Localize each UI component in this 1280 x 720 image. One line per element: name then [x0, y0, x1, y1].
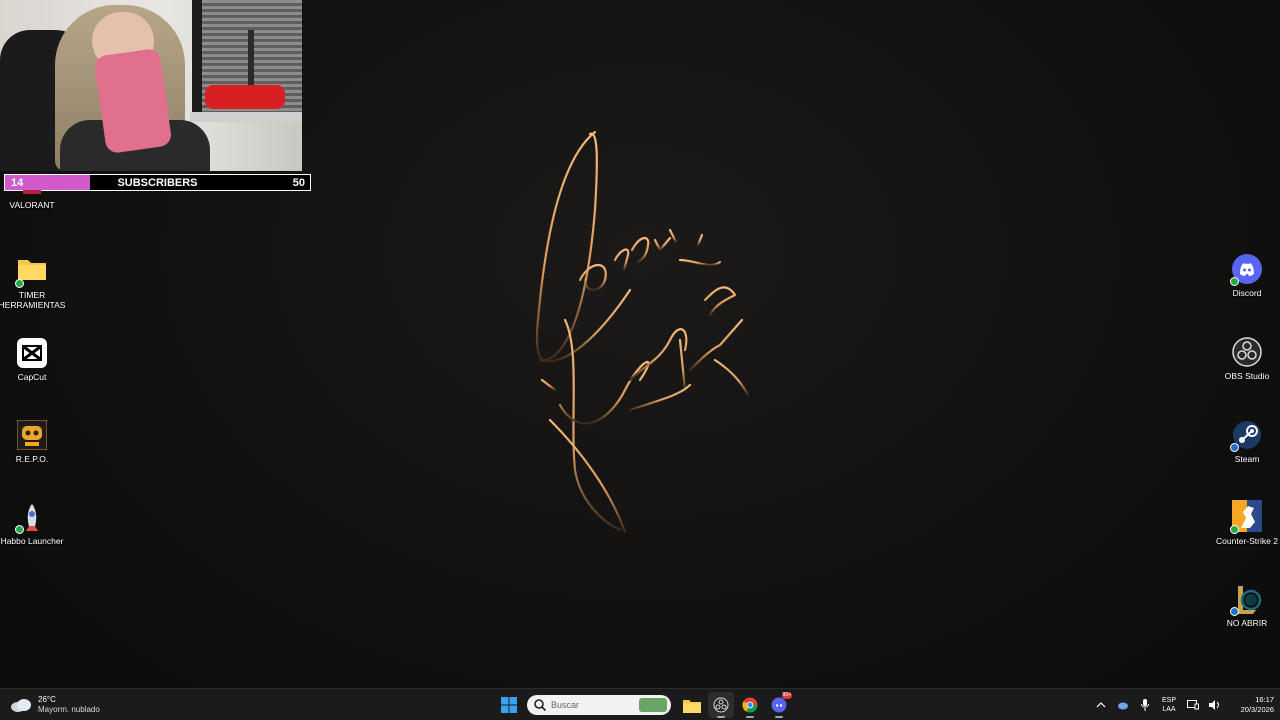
desktop-icon-label: Counter-Strike 2 — [1216, 536, 1278, 546]
weather-temperature: 26°C — [38, 695, 56, 704]
desktop-icon-label: TIMER HERRAMIENTAS — [0, 290, 66, 310]
system-tray: ESP LAA 16:17 20/3/2026 — [1090, 692, 1274, 718]
input-language-indicator[interactable]: ESP LAA — [1156, 696, 1182, 714]
microphone-icon — [1141, 699, 1149, 711]
file-explorer-icon — [683, 699, 701, 713]
weather-widget[interactable]: 26°C Mayorm. nublado — [10, 693, 100, 717]
desktop-icon-label: Steam — [1234, 454, 1260, 464]
desktop-icon-counter-strike-2[interactable]: Counter-Strike 2 — [1209, 500, 1280, 546]
taskbar: 26°C Mayorm. nublado 99+ — [0, 688, 1280, 720]
desktop-icon-label: Habbo Launcher — [0, 536, 64, 546]
taskbar-search-box[interactable] — [527, 695, 671, 715]
desktop-icon-label: VALORANT — [9, 200, 55, 210]
taskbar-center: 99+ — [496, 692, 795, 718]
desktop-icon-repo[interactable]: R.E.P.O. — [0, 419, 70, 464]
discord-taskbar-button[interactable]: 99+ — [766, 692, 792, 718]
desktop-icon-no-abrir[interactable]: NO ABRIR — [1209, 584, 1280, 628]
discord-notification-badge: 99+ — [781, 692, 792, 699]
subscriber-label: SUBSCRIBERS — [117, 177, 198, 189]
webcam-microphone — [205, 85, 285, 109]
webcam-mic-arm — [248, 30, 254, 90]
steam-icon — [1230, 420, 1262, 452]
volume-tray-button[interactable] — [1205, 695, 1225, 715]
keyboard-layout: LAA — [1162, 706, 1176, 713]
webcam-phone — [93, 47, 173, 155]
running-indicator — [775, 716, 783, 718]
running-indicator — [717, 716, 725, 718]
obs-taskbar-button[interactable] — [708, 692, 734, 718]
obs-icon — [1232, 337, 1262, 367]
start-button[interactable] — [496, 692, 522, 718]
chrome-taskbar-button[interactable] — [737, 692, 763, 718]
desktop-icon-steam[interactable]: Steam — [1209, 420, 1280, 464]
webcam-window-sill — [190, 112, 302, 122]
desktop-icon-label: Discord — [1232, 288, 1262, 298]
discord-icon — [771, 697, 787, 713]
wallpaper-signature — [535, 130, 750, 534]
taskbar-clock[interactable]: 16:17 20/3/2026 — [1230, 695, 1274, 715]
clock-time: 16:17 — [1255, 695, 1274, 704]
language-code: ESP — [1161, 697, 1176, 704]
desktop-icon-habbo-launcher[interactable]: Habbo Launcher — [0, 502, 70, 546]
search-input[interactable] — [551, 700, 631, 710]
obs-icon — [713, 697, 729, 713]
network-tray-button[interactable] — [1113, 695, 1133, 715]
file-explorer-button[interactable] — [679, 692, 705, 718]
clock-date: 20/3/2026 — [1240, 705, 1274, 714]
speaker-icon — [1209, 700, 1219, 710]
subscriber-goal-bar: 14 SUBSCRIBERS 50 — [4, 174, 311, 191]
search-highlight-graphic — [639, 698, 667, 712]
chevron-up-icon — [1096, 702, 1106, 708]
desktop-icon-capcut[interactable]: CapCut — [0, 338, 70, 382]
desktop-icon-valorant[interactable]: VALORANT — [0, 190, 70, 210]
cloud-icon — [11, 699, 31, 712]
monitor-icon — [1187, 700, 1199, 710]
desktop-icon-label: NO ABRIR — [1226, 618, 1268, 628]
capcut-icon — [17, 338, 47, 368]
repo-game-icon — [16, 419, 48, 451]
windows-start-icon — [501, 697, 517, 713]
folder-icon — [15, 256, 47, 288]
webcam-overlay — [0, 0, 302, 171]
desktop-icon-obs-studio[interactable]: OBS Studio — [1209, 337, 1280, 381]
onedrive-icon — [1118, 702, 1128, 710]
desktop-icon-timer-herramientas[interactable]: TIMER HERRAMIENTAS — [0, 256, 70, 310]
chrome-icon — [742, 697, 758, 713]
counter-strike-icon — [1230, 500, 1262, 534]
desktop-icon-label: R.E.P.O. — [15, 454, 49, 464]
valorant-icon — [17, 190, 47, 198]
desktop-icon-label: CapCut — [17, 372, 47, 382]
desktop-icon-label: OBS Studio — [1224, 371, 1270, 381]
league-of-legends-icon — [1230, 584, 1262, 616]
habbo-launcher-icon — [15, 502, 47, 534]
microphone-tray-button[interactable] — [1135, 695, 1155, 715]
subscriber-goal: 50 — [292, 177, 305, 189]
display-tray-button[interactable] — [1183, 695, 1203, 715]
weather-condition: Mayorm. nublado — [38, 705, 100, 714]
discord-icon — [1230, 254, 1262, 286]
search-icon — [534, 699, 547, 712]
show-hidden-icons-button[interactable] — [1091, 695, 1111, 715]
desktop-icon-discord[interactable]: Discord — [1209, 254, 1280, 298]
running-indicator — [746, 716, 754, 718]
